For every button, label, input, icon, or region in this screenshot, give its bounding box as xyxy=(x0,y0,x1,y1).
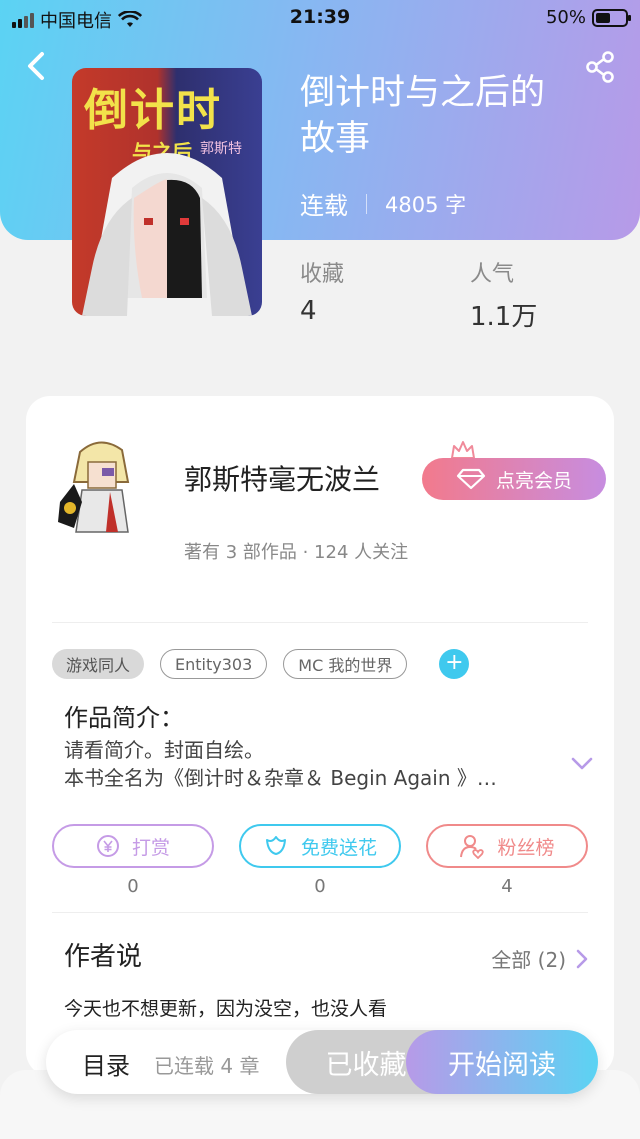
author-says-heading: 作者说 xyxy=(64,942,143,972)
start-reading-button[interactable]: 开始阅读 xyxy=(406,1030,598,1094)
reward-button[interactable]: 打赏 xyxy=(52,824,214,868)
detail-card: 郭斯特毫无波兰 点亮会员 著有 3 部作品 · 124 人关注 游戏同人 Ent… xyxy=(26,396,614,1076)
stat-label: 收藏 xyxy=(300,262,345,287)
tag-list: 游戏同人 Entity303 MC 我的世界 + xyxy=(52,649,470,679)
stat-favorites: 收藏 4 xyxy=(300,256,344,326)
intro-line: 本书全名为《倒计时＆杂章＆ Begin Again 》… xyxy=(64,766,497,790)
tag-chip[interactable]: MC 我的世界 xyxy=(283,649,408,679)
author-says-text: 今天也不想更新，因为没空，也没人看 xyxy=(64,998,388,1020)
stat-value: 1.1万 xyxy=(470,302,538,332)
bottom-action-bar: 目录 已连载 4 章 已收藏 开始阅读 xyxy=(46,1030,598,1094)
meta-divider xyxy=(366,193,367,214)
crown-icon xyxy=(451,441,475,459)
yen-icon xyxy=(96,835,119,857)
battery-icon xyxy=(592,8,631,27)
book-title-line2: 故事 xyxy=(300,119,371,159)
author-name[interactable]: 郭斯特毫无波兰 xyxy=(184,458,380,498)
reward-count: 0 xyxy=(127,876,139,897)
chapter-count: 已连载 4 章 xyxy=(154,1054,260,1078)
book-cover[interactable]: 倒计时 与之后 郭斯特 xyxy=(72,68,262,316)
toc-button[interactable]: 目录 xyxy=(82,1046,130,1081)
intro-heading: 作品简介： xyxy=(64,704,184,732)
author-avatar[interactable] xyxy=(52,432,148,536)
status-bar: 中国电信 21:39 50% xyxy=(0,0,640,36)
cover-illustration xyxy=(82,153,252,316)
fan-ranking-button[interactable]: 粉丝榜 xyxy=(426,824,588,868)
fans-icon xyxy=(460,835,485,859)
book-meta: 连载 4805 字 xyxy=(300,186,466,221)
stat-value: 4 xyxy=(300,296,317,326)
flower-icon xyxy=(265,836,286,855)
fan-count: 4 xyxy=(501,876,513,897)
serial-status: 连载 xyxy=(300,192,348,220)
avatar-illustration xyxy=(58,441,130,533)
fan-ranking-label: 粉丝榜 xyxy=(497,836,555,859)
divider xyxy=(52,912,588,913)
intro-text: 请看简介。封面自绘。 本书全名为《倒计时＆杂章＆ Begin Again 》… xyxy=(64,736,554,792)
tag-chip[interactable]: Entity303 xyxy=(160,649,268,679)
book-title-line1: 倒计时与之后的 xyxy=(300,73,546,113)
stat-popularity: 人气 1.1万 xyxy=(470,256,537,333)
view-all-label: 全部 (2) xyxy=(491,948,566,972)
add-tag-button[interactable]: + xyxy=(439,649,470,679)
vip-button-label: 点亮会员 xyxy=(495,469,572,492)
expand-chevron-icon[interactable] xyxy=(570,756,594,772)
send-flower-button[interactable]: 免费送花 xyxy=(239,824,401,868)
battery-percent: 50% xyxy=(545,7,586,28)
divider xyxy=(52,622,588,623)
send-flower-label: 免费送花 xyxy=(300,836,377,859)
intro-line: 请看简介。封面自绘。 xyxy=(64,738,264,762)
book-title: 倒计时与之后的 故事 xyxy=(300,70,600,162)
tag-chip[interactable]: 游戏同人 xyxy=(52,649,145,679)
word-count: 4805 字 xyxy=(385,192,467,217)
stat-label: 人气 xyxy=(470,262,515,287)
diamond-icon xyxy=(456,468,486,490)
flower-count: 0 xyxy=(314,876,326,897)
chevron-right-icon xyxy=(576,949,588,968)
vip-button[interactable]: 点亮会员 xyxy=(422,458,606,500)
reward-label: 打赏 xyxy=(131,836,170,859)
author-stats: 著有 3 部作品 · 124 人关注 xyxy=(184,542,409,563)
back-arrow-icon[interactable] xyxy=(22,48,52,84)
clock: 21:39 xyxy=(289,6,351,28)
view-all-button[interactable]: 全部 (2) xyxy=(491,944,588,973)
